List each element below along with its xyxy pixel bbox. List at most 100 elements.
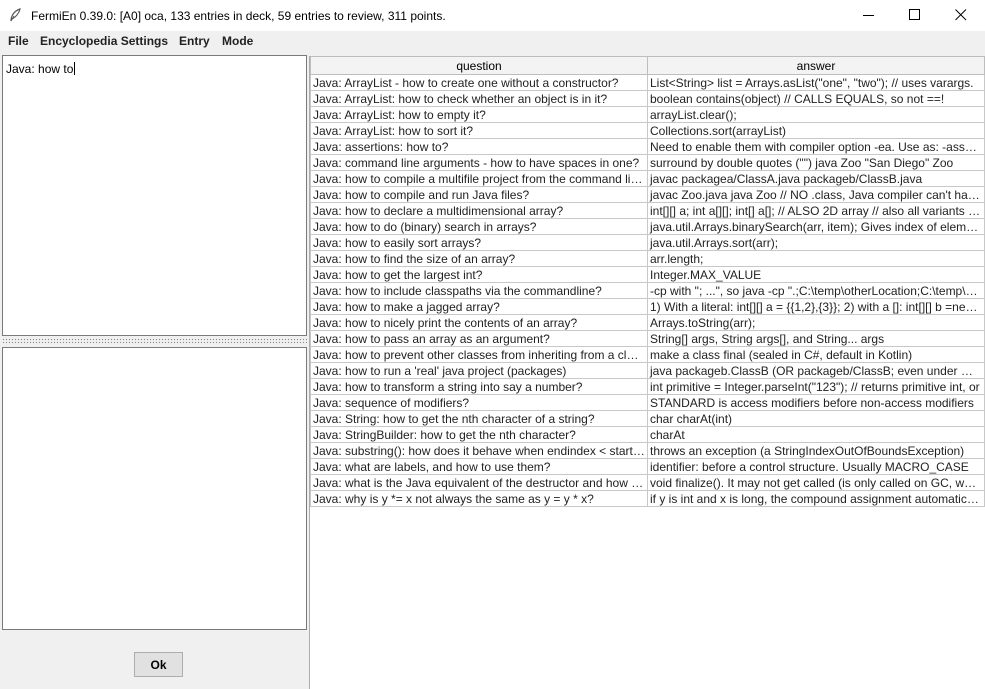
answer-cell[interactable]: arr.length; bbox=[647, 250, 985, 267]
answer-cell[interactable]: if y is int and x is long, the compound … bbox=[647, 490, 985, 507]
table-row[interactable]: Java: how to declare a multidimensional … bbox=[310, 202, 985, 219]
answer-cell[interactable]: make a class final (sealed in C#, defaul… bbox=[647, 346, 985, 363]
table-row[interactable]: Java: how to run a 'real' java project (… bbox=[310, 362, 985, 379]
question-cell[interactable]: Java: StringBuilder: how to get the nth … bbox=[310, 426, 648, 443]
question-cell[interactable]: Java: sequence of modifiers? bbox=[310, 394, 648, 411]
table-row[interactable]: Java: ArrayList: how to check whether an… bbox=[310, 90, 985, 107]
answer-cell[interactable]: javac Zoo.java java Zoo // NO .class, Ja… bbox=[647, 186, 985, 203]
table-row[interactable]: Java: how to include classpaths via the … bbox=[310, 282, 985, 299]
table-row[interactable]: Java: ArrayList: how to empty it? arrayLi… bbox=[310, 106, 985, 123]
table-row[interactable]: Java: how to nicely print the contents o… bbox=[310, 314, 985, 331]
table-row[interactable]: Java: why is y *= x not always the same … bbox=[310, 490, 985, 507]
question-cell[interactable]: Java: what is the Java equivalent of the… bbox=[310, 474, 648, 491]
table-header-row: question answer bbox=[310, 56, 985, 75]
table-row[interactable]: Java: String: how to get the nth charact… bbox=[310, 410, 985, 427]
answer-cell[interactable]: int primitive = Integer.parseInt("123");… bbox=[647, 378, 985, 395]
question-cell[interactable]: Java: substring(): how does it behave wh… bbox=[310, 442, 648, 459]
minimize-button[interactable] bbox=[846, 0, 892, 31]
column-header-question[interactable]: question bbox=[310, 56, 648, 75]
table-row[interactable]: Java: what is the Java equivalent of the… bbox=[310, 474, 985, 491]
answer-cell[interactable]: throws an exception (a StringIndexOutOfB… bbox=[647, 442, 985, 459]
table-row[interactable]: Java: StringBuilder: how to get the nth … bbox=[310, 426, 985, 443]
question-cell[interactable]: Java: how to include classpaths via the … bbox=[310, 282, 648, 299]
maximize-button[interactable] bbox=[892, 0, 938, 31]
question-cell[interactable]: Java: how to make a jagged array? bbox=[310, 298, 648, 315]
menu-mode[interactable]: Mode bbox=[222, 34, 253, 48]
table-row[interactable]: Java: ArrayList - how to create one with… bbox=[310, 74, 985, 91]
answer-cell[interactable]: Integer.MAX_VALUE bbox=[647, 266, 985, 283]
ok-button[interactable]: Ok bbox=[134, 652, 183, 677]
answer-cell[interactable]: Need to enable them with compiler option… bbox=[647, 138, 985, 155]
text-caret bbox=[74, 62, 76, 75]
table-row[interactable]: Java: how to pass an array as an argumen… bbox=[310, 330, 985, 347]
answer-cell[interactable]: Collections.sort(arrayList) bbox=[647, 122, 985, 139]
menu-bar: File Encyclopedia Settings Entry Mode bbox=[0, 31, 985, 52]
table-row[interactable]: Java: ArrayList: how to sort it? Collecti… bbox=[310, 122, 985, 139]
question-cell[interactable]: Java: how to easily sort arrays? bbox=[310, 234, 648, 251]
table-row[interactable]: Java: assertions: how to? Need to enable … bbox=[310, 138, 985, 155]
answer-cell[interactable]: java.util.Arrays.sort(arr); bbox=[647, 234, 985, 251]
question-cell[interactable]: Java: how to pass an array as an argumen… bbox=[310, 330, 648, 347]
table-row[interactable]: Java: how to prevent other classes from … bbox=[310, 346, 985, 363]
close-button[interactable] bbox=[938, 0, 984, 31]
column-header-answer[interactable]: answer bbox=[647, 56, 985, 75]
question-cell[interactable]: Java: assertions: how to? bbox=[310, 138, 648, 155]
question-cell[interactable]: Java: ArrayList - how to create one with… bbox=[310, 74, 648, 91]
menu-file[interactable]: File bbox=[8, 34, 29, 48]
answer-cell[interactable]: int[][] a; int a[][]; int[] a[]; // ALSO… bbox=[647, 202, 985, 219]
question-cell[interactable]: Java: ArrayList: how to sort it? bbox=[310, 122, 648, 139]
answer-cell[interactable]: identifier: before a control structure. … bbox=[647, 458, 985, 475]
answer-cell[interactable]: java packageb.ClassB (OR packageb/ClassB… bbox=[647, 362, 985, 379]
question-cell[interactable]: Java: how to compile a multifile project… bbox=[310, 170, 648, 187]
entries-table-container: question answer Java: ArrayList - how to… bbox=[309, 56, 985, 689]
answer-cell[interactable]: 1) With a literal: int[][] a = {{1,2},{3… bbox=[647, 298, 985, 315]
question-cell[interactable]: Java: how to do (binary) search in array… bbox=[310, 218, 648, 235]
answer-cell[interactable]: char charAt(int) bbox=[647, 410, 985, 427]
table-row[interactable]: Java: how to get the largest int? Integer… bbox=[310, 266, 985, 283]
question-cell[interactable]: Java: command line arguments - how to ha… bbox=[310, 154, 648, 171]
answer-cell[interactable]: Arrays.toString(arr); bbox=[647, 314, 985, 331]
question-cell[interactable]: Java: how to run a 'real' java project (… bbox=[310, 362, 648, 379]
question-cell[interactable]: Java: how to compile and run Java files? bbox=[310, 186, 648, 203]
answer-cell[interactable]: -cp with "; ...", so java -cp ".;C:\temp… bbox=[647, 282, 985, 299]
answer-cell[interactable]: charAt bbox=[647, 426, 985, 443]
table-row[interactable]: Java: sequence of modifiers? STANDARD is … bbox=[310, 394, 985, 411]
question-cell[interactable]: Java: how to transform a string into say… bbox=[310, 378, 648, 395]
table-row[interactable]: Java: how to make a jagged array? 1) With… bbox=[310, 298, 985, 315]
question-cell[interactable]: Java: how to get the largest int? bbox=[310, 266, 648, 283]
table-row[interactable]: Java: how to easily sort arrays? java.uti… bbox=[310, 234, 985, 251]
window-title: FermiEn 0.39.0: [A0] oca, 133 entries in… bbox=[31, 9, 446, 23]
table-row[interactable]: Java: how to transform a string into say… bbox=[310, 378, 985, 395]
table-row[interactable]: Java: substring(): how does it behave wh… bbox=[310, 442, 985, 459]
table-row[interactable]: Java: what are labels, and how to use th… bbox=[310, 458, 985, 475]
answer-cell[interactable]: void finalize(). It may not get called (… bbox=[647, 474, 985, 491]
answer-cell[interactable]: List<String> list = Arrays.asList("one",… bbox=[647, 74, 985, 91]
question-cell[interactable]: Java: String: how to get the nth charact… bbox=[310, 410, 648, 427]
table-row[interactable]: Java: command line arguments - how to ha… bbox=[310, 154, 985, 171]
answer-cell[interactable]: boolean contains(object) // CALLS EQUALS… bbox=[647, 90, 985, 107]
answer-cell[interactable]: String[] args, String args[], and String… bbox=[647, 330, 985, 347]
question-cell[interactable]: Java: ArrayList: how to check whether an… bbox=[310, 90, 648, 107]
table-row[interactable]: Java: how to compile and run Java files?… bbox=[310, 186, 985, 203]
question-cell[interactable]: Java: how to find the size of an array? bbox=[310, 250, 648, 267]
answer-output-area[interactable] bbox=[2, 347, 307, 630]
question-cell[interactable]: Java: how to prevent other classes from … bbox=[310, 346, 648, 363]
table-row[interactable]: Java: how to do (binary) search in array… bbox=[310, 218, 985, 235]
answer-cell[interactable]: java.util.Arrays.binarySearch(arr, item)… bbox=[647, 218, 985, 235]
entries-table: question answer Java: ArrayList - how to… bbox=[310, 56, 985, 507]
answer-cell[interactable]: javac packagea/ClassA.java packageb/Clas… bbox=[647, 170, 985, 187]
split-pane-divider[interactable] bbox=[2, 338, 307, 344]
question-input-area[interactable]: Java: how to bbox=[2, 55, 307, 336]
answer-cell[interactable]: STANDARD is access modifiers before non-… bbox=[647, 394, 985, 411]
question-cell[interactable]: Java: what are labels, and how to use th… bbox=[310, 458, 648, 475]
answer-cell[interactable]: arrayList.clear(); bbox=[647, 106, 985, 123]
menu-entry[interactable]: Entry bbox=[179, 34, 210, 48]
question-cell[interactable]: Java: ArrayList: how to empty it? bbox=[310, 106, 648, 123]
menu-encyclopedia-settings[interactable]: Encyclopedia Settings bbox=[40, 34, 168, 48]
question-cell[interactable]: Java: how to nicely print the contents o… bbox=[310, 314, 648, 331]
answer-cell[interactable]: surround by double quotes ("") java Zoo … bbox=[647, 154, 985, 171]
table-row[interactable]: Java: how to compile a multifile project… bbox=[310, 170, 985, 187]
table-row[interactable]: Java: how to find the size of an array? a… bbox=[310, 250, 985, 267]
question-cell[interactable]: Java: why is y *= x not always the same … bbox=[310, 490, 648, 507]
question-cell[interactable]: Java: how to declare a multidimensional … bbox=[310, 202, 648, 219]
